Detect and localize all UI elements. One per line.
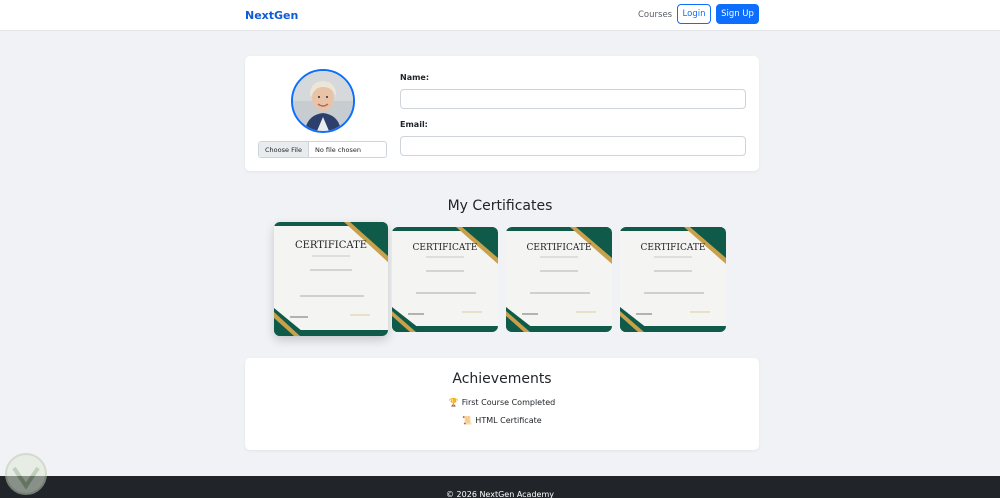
email-field[interactable] [400,136,746,156]
avatar [291,69,355,133]
scroll-icon: 📜 [462,416,473,425]
brand-logo[interactable]: NextGen [245,9,298,22]
avatar-photo [293,71,353,131]
trophy-icon: 🏆 [448,398,459,407]
signup-button[interactable]: Sign Up [716,4,759,24]
certificate-heading: CERTIFICATE [294,240,368,251]
certificate-heading: CERTIFICATE [526,243,592,253]
certificate-heading: CERTIFICATE [640,243,706,253]
profile-card: Choose File No file chosen Name: Email: [245,56,759,171]
watermark-logo-icon [5,453,47,495]
achievement-item: 📜 HTML Certificate [245,416,759,425]
nav-link-courses[interactable]: Courses [638,10,672,20]
certificate-card[interactable]: CERTIFICATE [506,227,612,332]
achievement-label: First Course Completed [461,398,556,407]
achievement-item: 🏆 First Course Completed [245,398,759,407]
choose-file-button[interactable]: Choose File [259,142,309,157]
certificate-card[interactable]: CERTIFICATE [620,227,726,332]
login-button[interactable]: Login [677,4,711,24]
certificates-title: My Certificates [447,198,553,214]
file-input[interactable]: Choose File No file chosen [258,141,387,158]
certificate-card[interactable]: CERTIFICATE [274,222,388,336]
file-status-text: No file chosen [314,145,361,154]
achievement-label: HTML Certificate [475,416,542,425]
achievements-title: Achievements [452,371,552,387]
email-label: Email: [400,120,428,129]
achievements-card: Achievements 🏆 First Course Completed 📜 HT… [245,358,759,450]
navbar: NextGen Courses Login Sign Up [0,0,1000,31]
name-label: Name: [400,73,430,82]
certificate-card[interactable]: CERTIFICATE [392,227,498,332]
certificate-heading: CERTIFICATE [412,243,478,253]
footer-copyright: © 2026 NextGen Academy [446,490,554,498]
name-field[interactable] [400,89,746,109]
footer: © 2026 NextGen Academy [0,476,1000,498]
